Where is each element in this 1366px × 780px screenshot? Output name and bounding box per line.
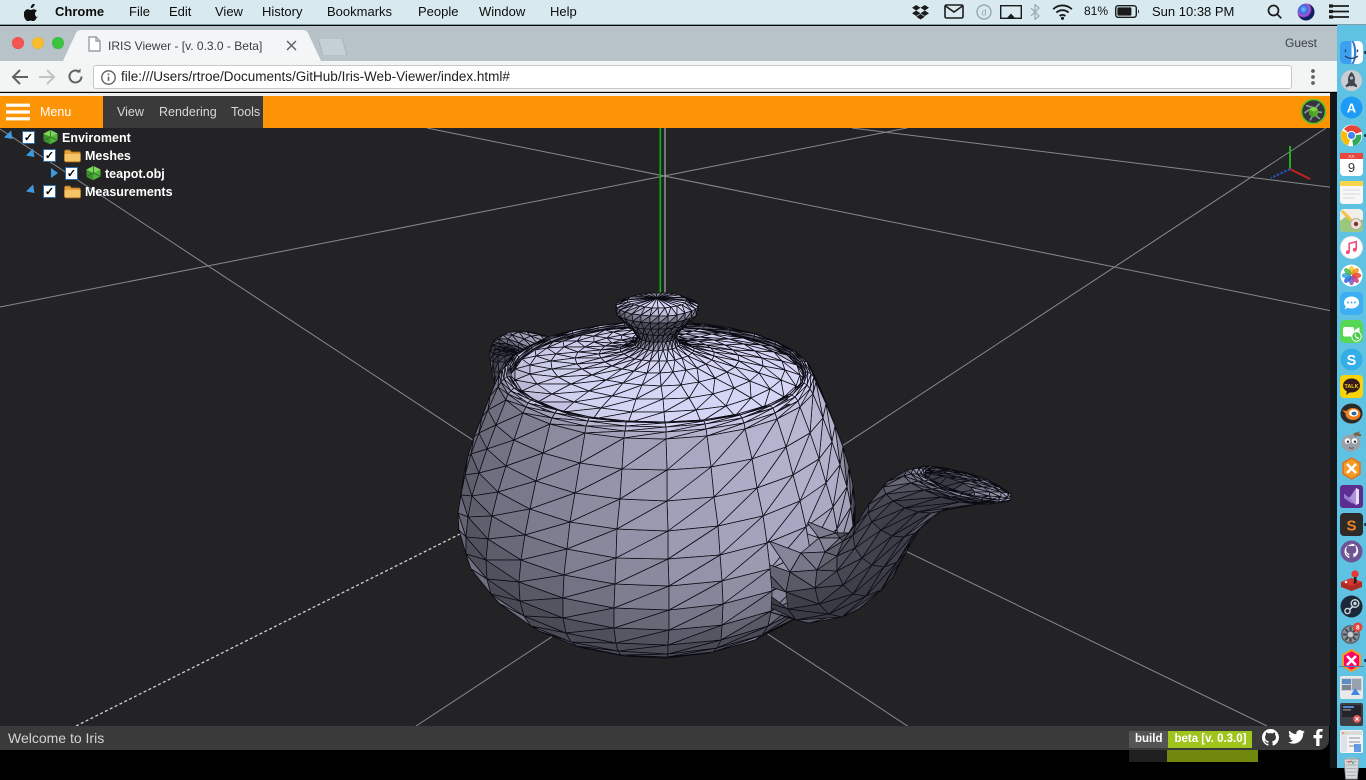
svg-text:d: d [981, 8, 986, 18]
svg-text:JUL: JUL [1348, 154, 1356, 159]
svg-text:S: S [1346, 518, 1356, 535]
svg-text:A: A [1347, 101, 1357, 116]
svg-text:TALK: TALK [1345, 384, 1359, 390]
svg-text:8: 8 [1356, 624, 1360, 631]
svg-text:S: S [1347, 353, 1357, 369]
svg-text:9: 9 [1348, 160, 1355, 175]
